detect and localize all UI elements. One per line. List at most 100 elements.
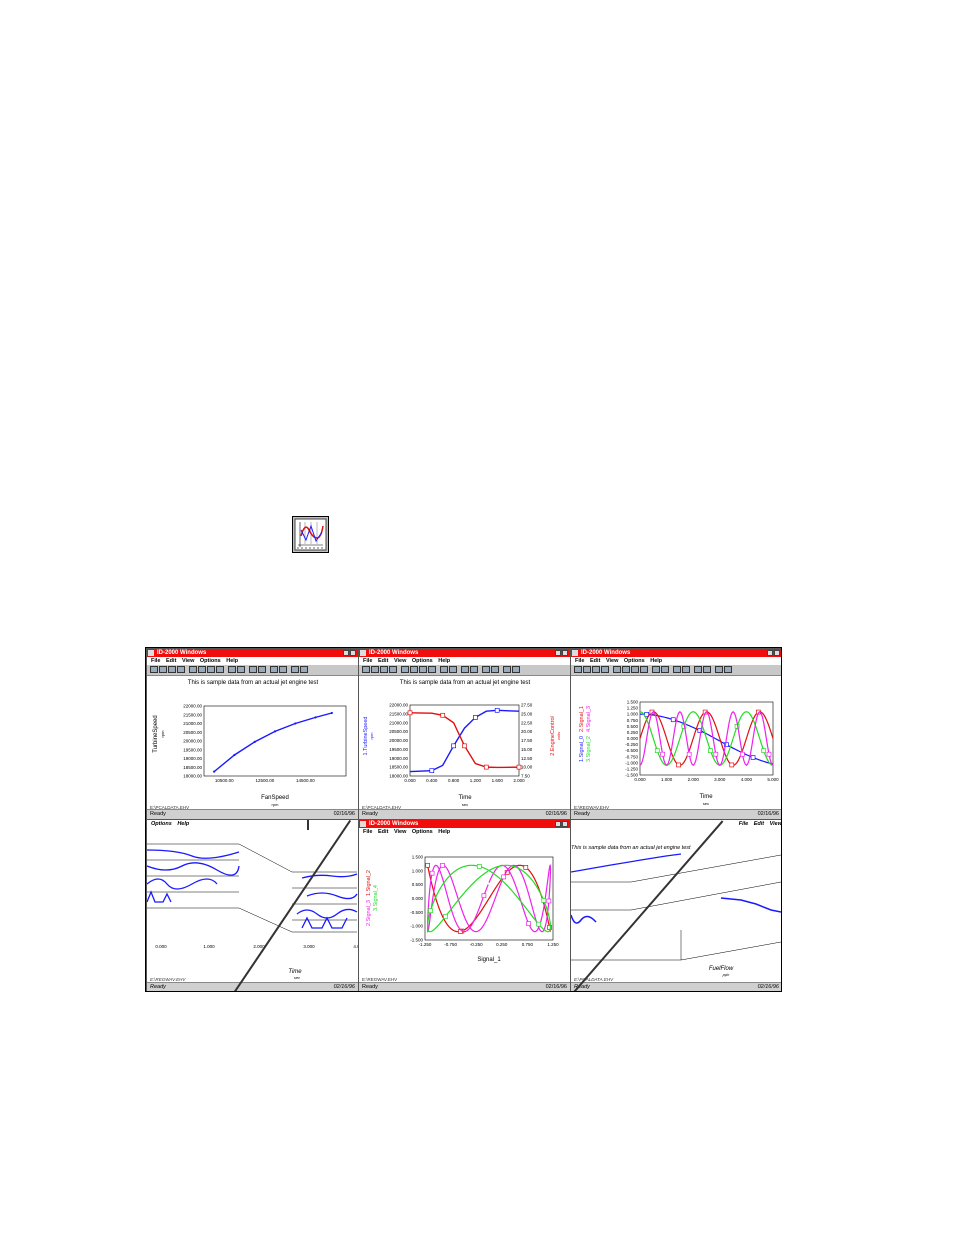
save-icon[interactable] xyxy=(583,666,591,673)
window-menu-icon[interactable] xyxy=(148,650,154,656)
print-icon[interactable] xyxy=(592,666,600,673)
table-icon[interactable] xyxy=(198,666,206,673)
open-icon[interactable] xyxy=(362,666,370,673)
chart-icon[interactable] xyxy=(189,666,197,673)
cursor-icon[interactable] xyxy=(428,666,436,673)
menu-file[interactable]: File xyxy=(151,657,160,665)
menu-options[interactable]: Options xyxy=(200,657,221,665)
scale-icon[interactable] xyxy=(449,666,457,673)
chart-icon[interactable] xyxy=(401,666,409,673)
menu-view[interactable]: View xyxy=(606,657,618,665)
layout2-icon[interactable] xyxy=(703,666,711,673)
menu-view[interactable]: View xyxy=(182,657,194,665)
menu-help[interactable]: Help xyxy=(226,657,238,665)
cursor-icon[interactable] xyxy=(640,666,648,673)
menu-options[interactable]: Options xyxy=(412,828,433,836)
grid-icon[interactable] xyxy=(652,666,660,673)
y2-tick-label: 20.00 xyxy=(521,729,533,734)
series-marker-signal-4 xyxy=(541,898,547,903)
stop-icon[interactable] xyxy=(249,666,257,673)
context-help-icon[interactable] xyxy=(724,666,732,673)
menu-edit[interactable]: Edit xyxy=(166,657,176,665)
menu-view[interactable]: View xyxy=(394,657,406,665)
menu-file[interactable]: File xyxy=(363,828,372,836)
series-marker-signal-4 xyxy=(443,913,449,919)
x-axis-label: FuelFlow xyxy=(709,966,734,972)
layout-icon[interactable] xyxy=(694,666,702,673)
maximize-button[interactable] xyxy=(562,821,568,827)
help-icon[interactable] xyxy=(503,666,511,673)
menu-bar: File Edit View Options Help xyxy=(359,657,570,665)
grid-icon[interactable] xyxy=(228,666,236,673)
x-tick-label: 0.800 xyxy=(448,778,460,783)
context-help-icon[interactable] xyxy=(512,666,520,673)
print-icon[interactable] xyxy=(168,666,176,673)
layout-icon[interactable] xyxy=(270,666,278,673)
blank-icon[interactable] xyxy=(470,666,478,673)
maximize-button[interactable] xyxy=(350,650,356,656)
grid-icon[interactable] xyxy=(440,666,448,673)
app-chart-icon xyxy=(292,516,329,553)
stop-icon[interactable] xyxy=(461,666,469,673)
menu-view[interactable]: View xyxy=(394,828,406,836)
copy-icon[interactable] xyxy=(389,666,397,673)
open-icon[interactable] xyxy=(150,666,158,673)
menu-edit[interactable]: Edit xyxy=(378,828,388,836)
maximize-button[interactable] xyxy=(562,650,568,656)
window-menu-icon[interactable] xyxy=(572,650,578,656)
print-icon[interactable] xyxy=(380,666,388,673)
menu-options[interactable]: Options xyxy=(624,657,645,665)
y-tick-label: -1.250 xyxy=(625,766,638,771)
cursor-icon[interactable] xyxy=(216,666,224,673)
layout2-icon[interactable] xyxy=(279,666,287,673)
menu-file[interactable]: File xyxy=(363,657,372,665)
window-menu-icon[interactable] xyxy=(360,821,366,827)
toolbar xyxy=(571,665,781,676)
zoom-icon[interactable] xyxy=(207,666,215,673)
x-axis-label: FanSpeed xyxy=(261,795,289,801)
window-menu-icon[interactable] xyxy=(360,650,366,656)
y1-tick-label: 21500.00 xyxy=(389,711,408,716)
copy-icon[interactable] xyxy=(601,666,609,673)
data-point xyxy=(330,711,333,715)
menu-edit[interactable]: Edit xyxy=(590,657,600,665)
layout-icon[interactable] xyxy=(482,666,490,673)
menu-help[interactable]: Help xyxy=(650,657,662,665)
series-marker-signal-3 xyxy=(526,921,531,926)
save-icon[interactable] xyxy=(371,666,379,673)
help-icon[interactable] xyxy=(291,666,299,673)
x-tick-label: -0.750 xyxy=(444,942,457,947)
table-icon[interactable] xyxy=(622,666,630,673)
minimize-button[interactable] xyxy=(555,650,561,656)
y-label-signal-2: 3.Signal_2 xyxy=(586,736,592,762)
menu-edit[interactable]: Edit xyxy=(378,657,388,665)
zoom-icon[interactable] xyxy=(419,666,427,673)
table-icon[interactable] xyxy=(410,666,418,673)
blank-icon[interactable] xyxy=(682,666,690,673)
menu-help[interactable]: Help xyxy=(438,828,450,836)
zoom-icon[interactable] xyxy=(631,666,639,673)
scale-icon[interactable] xyxy=(237,666,245,673)
menu-help[interactable]: Help xyxy=(438,657,450,665)
stop-icon[interactable] xyxy=(673,666,681,673)
x-tick-label: 0.000 xyxy=(404,778,416,783)
layout2-icon[interactable] xyxy=(491,666,499,673)
menu-options[interactable]: Options xyxy=(412,657,433,665)
maximize-button[interactable] xyxy=(774,650,780,656)
blank-icon[interactable] xyxy=(258,666,266,673)
save-icon[interactable] xyxy=(159,666,167,673)
y-tick-label: 20000.00 xyxy=(183,739,202,744)
y-tick-label: 19000.00 xyxy=(183,756,202,761)
context-help-icon[interactable] xyxy=(300,666,308,673)
open-icon[interactable] xyxy=(574,666,582,673)
scale-icon[interactable] xyxy=(661,666,669,673)
series-marker-signal-3 xyxy=(686,751,692,757)
minimize-button[interactable] xyxy=(767,650,773,656)
minimize-button[interactable] xyxy=(555,821,561,827)
minimize-button[interactable] xyxy=(343,650,349,656)
copy-icon[interactable] xyxy=(177,666,185,673)
menu-file[interactable]: File xyxy=(575,657,584,665)
help-icon[interactable] xyxy=(715,666,723,673)
x-tick-label: 2.000 xyxy=(513,778,525,783)
chart-icon[interactable] xyxy=(613,666,621,673)
